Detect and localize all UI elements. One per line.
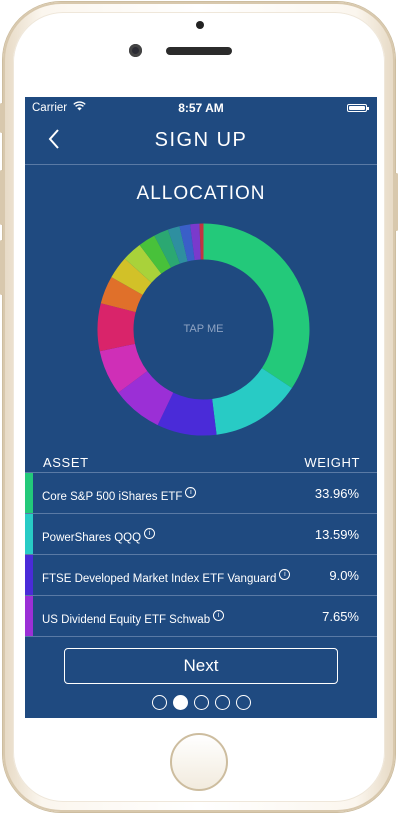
power-button bbox=[395, 173, 398, 231]
home-button[interactable] bbox=[170, 733, 228, 791]
weight-column-header: WEIGHT bbox=[304, 455, 360, 470]
page-dot[interactable] bbox=[172, 695, 188, 710]
donut-slice[interactable] bbox=[203, 223, 310, 388]
battery-icon bbox=[347, 104, 369, 112]
tap-me-label[interactable]: TAP ME bbox=[97, 323, 310, 335]
front-camera bbox=[129, 44, 142, 57]
asset-name: US Dividend Equity ETF Schwab i bbox=[42, 610, 225, 626]
asset-color-bar bbox=[25, 514, 33, 554]
status-bar: Carrier 8:57 AM bbox=[25, 97, 377, 119]
page-dot[interactable] bbox=[151, 695, 167, 710]
asset-table: Core S&P 500 iShares ETF i 33.96% PowerSh… bbox=[25, 473, 377, 637]
proximity-sensor bbox=[196, 21, 204, 29]
asset-weight: 7.65% bbox=[322, 609, 359, 624]
table-header: ASSET WEIGHT bbox=[25, 452, 377, 473]
asset-name: FTSE Developed Market Index ETF Vanguard… bbox=[42, 569, 291, 585]
asset-color-bar bbox=[25, 555, 33, 595]
volume-down-button bbox=[0, 240, 3, 295]
asset-color-bar bbox=[25, 596, 33, 636]
table-row[interactable]: US Dividend Equity ETF Schwab i 7.65% bbox=[25, 596, 377, 637]
info-icon[interactable]: i bbox=[185, 487, 197, 498]
info-icon[interactable]: i bbox=[144, 528, 156, 539]
table-row[interactable]: PowerShares QQQ i 13.59% bbox=[25, 514, 377, 555]
page-dot[interactable] bbox=[214, 695, 230, 710]
asset-column-header: ASSET bbox=[43, 455, 89, 470]
page-dot[interactable] bbox=[235, 695, 251, 710]
earpiece-speaker bbox=[166, 47, 232, 55]
asset-name: PowerShares QQQ i bbox=[42, 528, 156, 544]
allocation-title: ALLOCATION bbox=[136, 183, 266, 204]
page-indicator bbox=[25, 695, 377, 710]
info-icon[interactable]: i bbox=[213, 610, 225, 621]
asset-weight: 33.96% bbox=[314, 486, 359, 501]
asset-weight: 13.59% bbox=[314, 527, 359, 542]
page-title: SIGN UP bbox=[154, 129, 248, 151]
table-row[interactable]: FTSE Developed Market Index ETF Vanguard… bbox=[25, 555, 377, 596]
table-row[interactable]: Core S&P 500 iShares ETF i 33.96% bbox=[25, 473, 377, 514]
mute-switch bbox=[0, 103, 3, 133]
page-dot[interactable] bbox=[193, 695, 209, 710]
app-screen: Carrier 8:57 AM SIGN UP ALLOCATION TAP M… bbox=[25, 97, 377, 718]
nav-bar: SIGN UP bbox=[25, 119, 377, 165]
info-icon[interactable]: i bbox=[279, 569, 291, 580]
status-time: 8:57 AM bbox=[178, 101, 224, 115]
asset-name: Core S&P 500 iShares ETF i bbox=[42, 487, 197, 503]
next-button[interactable]: Next bbox=[64, 648, 338, 684]
asset-color-bar bbox=[25, 473, 33, 513]
volume-up-button bbox=[0, 170, 3, 225]
asset-weight: 9.0% bbox=[329, 568, 359, 583]
